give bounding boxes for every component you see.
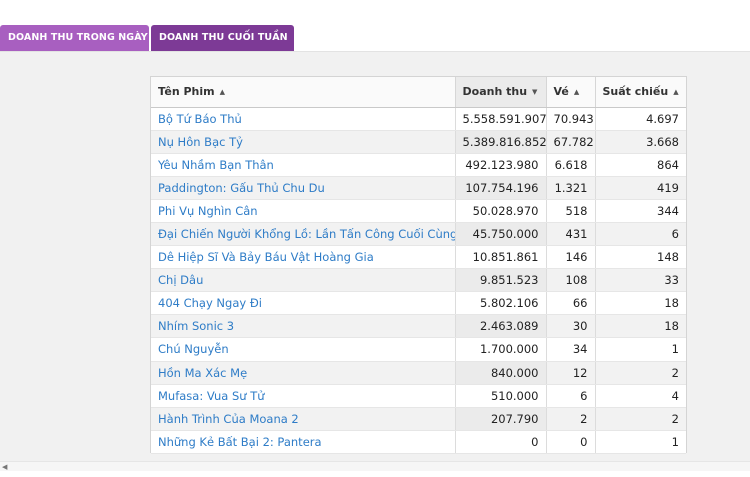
table-row[interactable]: Yêu Nhầm Bạn Thân 492.123.980 6.618 864 (151, 153, 686, 177)
table-row[interactable]: Mufasa: Vua Sư Tử 510.000 6 4 (151, 384, 686, 408)
tickets-cell: 431 (546, 222, 596, 247)
table-row[interactable]: Hành Trình Của Moana 2 207.790 2 2 (151, 407, 686, 431)
movie-name-link[interactable]: Phi Vụ Nghìn Cân (151, 199, 456, 223)
table-row[interactable]: Phi Vụ Nghìn Cân 50.028.970 518 344 (151, 199, 686, 223)
movie-name-link[interactable]: Yêu Nhầm Bạn Thân (151, 153, 456, 177)
revenue-cell: 50.028.970 (455, 199, 547, 223)
sort-asc-icon: ▲ (673, 88, 679, 97)
revenue-cell: 1.700.000 (455, 337, 547, 362)
tab-weekend-revenue[interactable]: DOANH THU CUỐI TUẦN (151, 25, 294, 51)
movie-name-link[interactable]: Nhím Sonic 3 (151, 314, 456, 339)
column-header-shows[interactable]: Suất chiếu ▲ (595, 77, 686, 108)
tab-bar: DOANH THU TRONG NGÀY DOANH THU CUỐI TUẦN (0, 25, 294, 51)
shows-cell: 2 (595, 407, 686, 431)
movie-name-link[interactable]: Hồn Ma Xác Mẹ (151, 361, 456, 385)
shows-cell: 344 (595, 199, 686, 223)
table-header-row: Tên Phim ▲ Doanh thu ▼ Vé ▲ Suất chiếu ▲ (151, 77, 686, 108)
table-row[interactable]: Những Kẻ Bất Bại 2: Pantera 0 0 1 (151, 430, 686, 454)
shows-cell: 1 (595, 337, 686, 362)
shows-cell: 18 (595, 291, 686, 316)
revenue-cell: 5.802.106 (455, 291, 547, 316)
movie-name-link[interactable]: Dê Hiệp Sĩ Và Bảy Báu Vật Hoàng Gia (151, 245, 456, 270)
revenue-cell: 5.558.591.907 (455, 107, 547, 131)
tickets-cell: 146 (546, 245, 596, 270)
column-header-revenue[interactable]: Doanh thu ▼ (455, 77, 547, 108)
table-row[interactable]: Paddington: Gấu Thủ Chu Du 107.754.196 1.3… (151, 176, 686, 200)
sort-asc-icon: ▲ (219, 88, 226, 97)
shows-cell: 864 (595, 153, 686, 177)
shows-cell: 2 (595, 361, 686, 385)
table-row[interactable]: Nhím Sonic 3 2.463.089 30 18 (151, 314, 686, 339)
revenue-cell: 0 (455, 430, 547, 454)
revenue-cell: 840.000 (455, 361, 547, 385)
shows-cell: 419 (595, 176, 686, 200)
revenue-cell: 107.754.196 (455, 176, 547, 200)
table-row[interactable]: 404 Chạy Ngay Đi 5.802.106 66 18 (151, 291, 686, 316)
revenue-cell: 5.389.816.852 (455, 130, 547, 154)
shows-cell: 148 (595, 245, 686, 270)
movie-name-link[interactable]: Paddington: Gấu Thủ Chu Du (151, 176, 456, 200)
revenue-table: Tên Phim ▲ Doanh thu ▼ Vé ▲ Suất chiếu ▲ Bộ … (151, 77, 686, 454)
movie-name-link[interactable]: Bộ Tứ Báo Thủ (151, 107, 456, 131)
tickets-cell: 70.943 (546, 107, 596, 131)
revenue-cell: 9.851.523 (455, 268, 547, 293)
tickets-cell: 67.782 (546, 130, 596, 154)
horizontal-scrollbar[interactable]: ◀ (0, 461, 750, 471)
revenue-cell: 45.750.000 (455, 222, 547, 247)
revenue-cell: 207.790 (455, 407, 547, 431)
sort-desc-icon: ▼ (532, 88, 538, 97)
movie-name-link[interactable]: Đại Chiến Người Khổng Lồ: Lần Tấn Công C… (151, 222, 456, 247)
movie-name-link[interactable]: Nụ Hôn Bạc Tỷ (151, 130, 456, 154)
tab-daily-revenue[interactable]: DOANH THU TRONG NGÀY (0, 25, 149, 51)
tickets-cell: 1.321 (546, 176, 596, 200)
tickets-cell: 0 (546, 430, 596, 454)
tickets-cell: 2 (546, 407, 596, 431)
shows-cell: 1 (595, 430, 686, 454)
shows-cell: 33 (595, 268, 686, 293)
table-row[interactable]: Chú Nguyễn 1.700.000 34 1 (151, 337, 686, 362)
column-header-movie-name[interactable]: Tên Phim ▲ (151, 77, 456, 108)
shows-cell: 4 (595, 384, 686, 408)
movie-name-link[interactable]: Chú Nguyễn (151, 337, 456, 362)
tickets-cell: 6.618 (546, 153, 596, 177)
movie-name-link[interactable]: Chị Dâu (151, 268, 456, 293)
table-row[interactable]: Hồn Ma Xác Mẹ 840.000 12 2 (151, 361, 686, 385)
revenue-cell: 2.463.089 (455, 314, 547, 339)
movie-name-link[interactable]: Hành Trình Của Moana 2 (151, 407, 456, 431)
revenue-cell: 492.123.980 (455, 153, 547, 177)
tickets-cell: 66 (546, 291, 596, 316)
tickets-cell: 30 (546, 314, 596, 339)
table-row[interactable]: Nụ Hôn Bạc Tỷ 5.389.816.852 67.782 3.668 (151, 130, 686, 154)
movie-name-link[interactable]: 404 Chạy Ngay Đi (151, 291, 456, 316)
tickets-cell: 518 (546, 199, 596, 223)
table-row[interactable]: Chị Dâu 9.851.523 108 33 (151, 268, 686, 293)
tickets-cell: 108 (546, 268, 596, 293)
shows-cell: 18 (595, 314, 686, 339)
tickets-cell: 12 (546, 361, 596, 385)
shows-cell: 3.668 (595, 130, 686, 154)
table-body: Bộ Tứ Báo Thủ 5.558.591.907 70.943 4.697 Nụ … (151, 107, 686, 454)
revenue-table-container: Tên Phim ▲ Doanh thu ▼ Vé ▲ Suất chiếu ▲ Bộ … (150, 76, 687, 454)
movie-name-link[interactable]: Những Kẻ Bất Bại 2: Pantera (151, 430, 456, 454)
tickets-cell: 34 (546, 337, 596, 362)
tickets-cell: 6 (546, 384, 596, 408)
revenue-cell: 10.851.861 (455, 245, 547, 270)
table-row[interactable]: Dê Hiệp Sĩ Và Bảy Báu Vật Hoàng Gia 10.85… (151, 245, 686, 270)
shows-cell: 6 (595, 222, 686, 247)
movie-name-link[interactable]: Mufasa: Vua Sư Tử (151, 384, 456, 408)
revenue-cell: 510.000 (455, 384, 547, 408)
page-footer-space (0, 471, 750, 477)
sort-asc-icon: ▲ (573, 88, 580, 97)
column-header-tickets[interactable]: Vé ▲ (546, 77, 596, 108)
shows-cell: 4.697 (595, 107, 686, 131)
table-row[interactable]: Đại Chiến Người Khổng Lồ: Lần Tấn Công C… (151, 222, 686, 247)
table-row[interactable]: Bộ Tứ Báo Thủ 5.558.591.907 70.943 4.697 (151, 107, 686, 131)
